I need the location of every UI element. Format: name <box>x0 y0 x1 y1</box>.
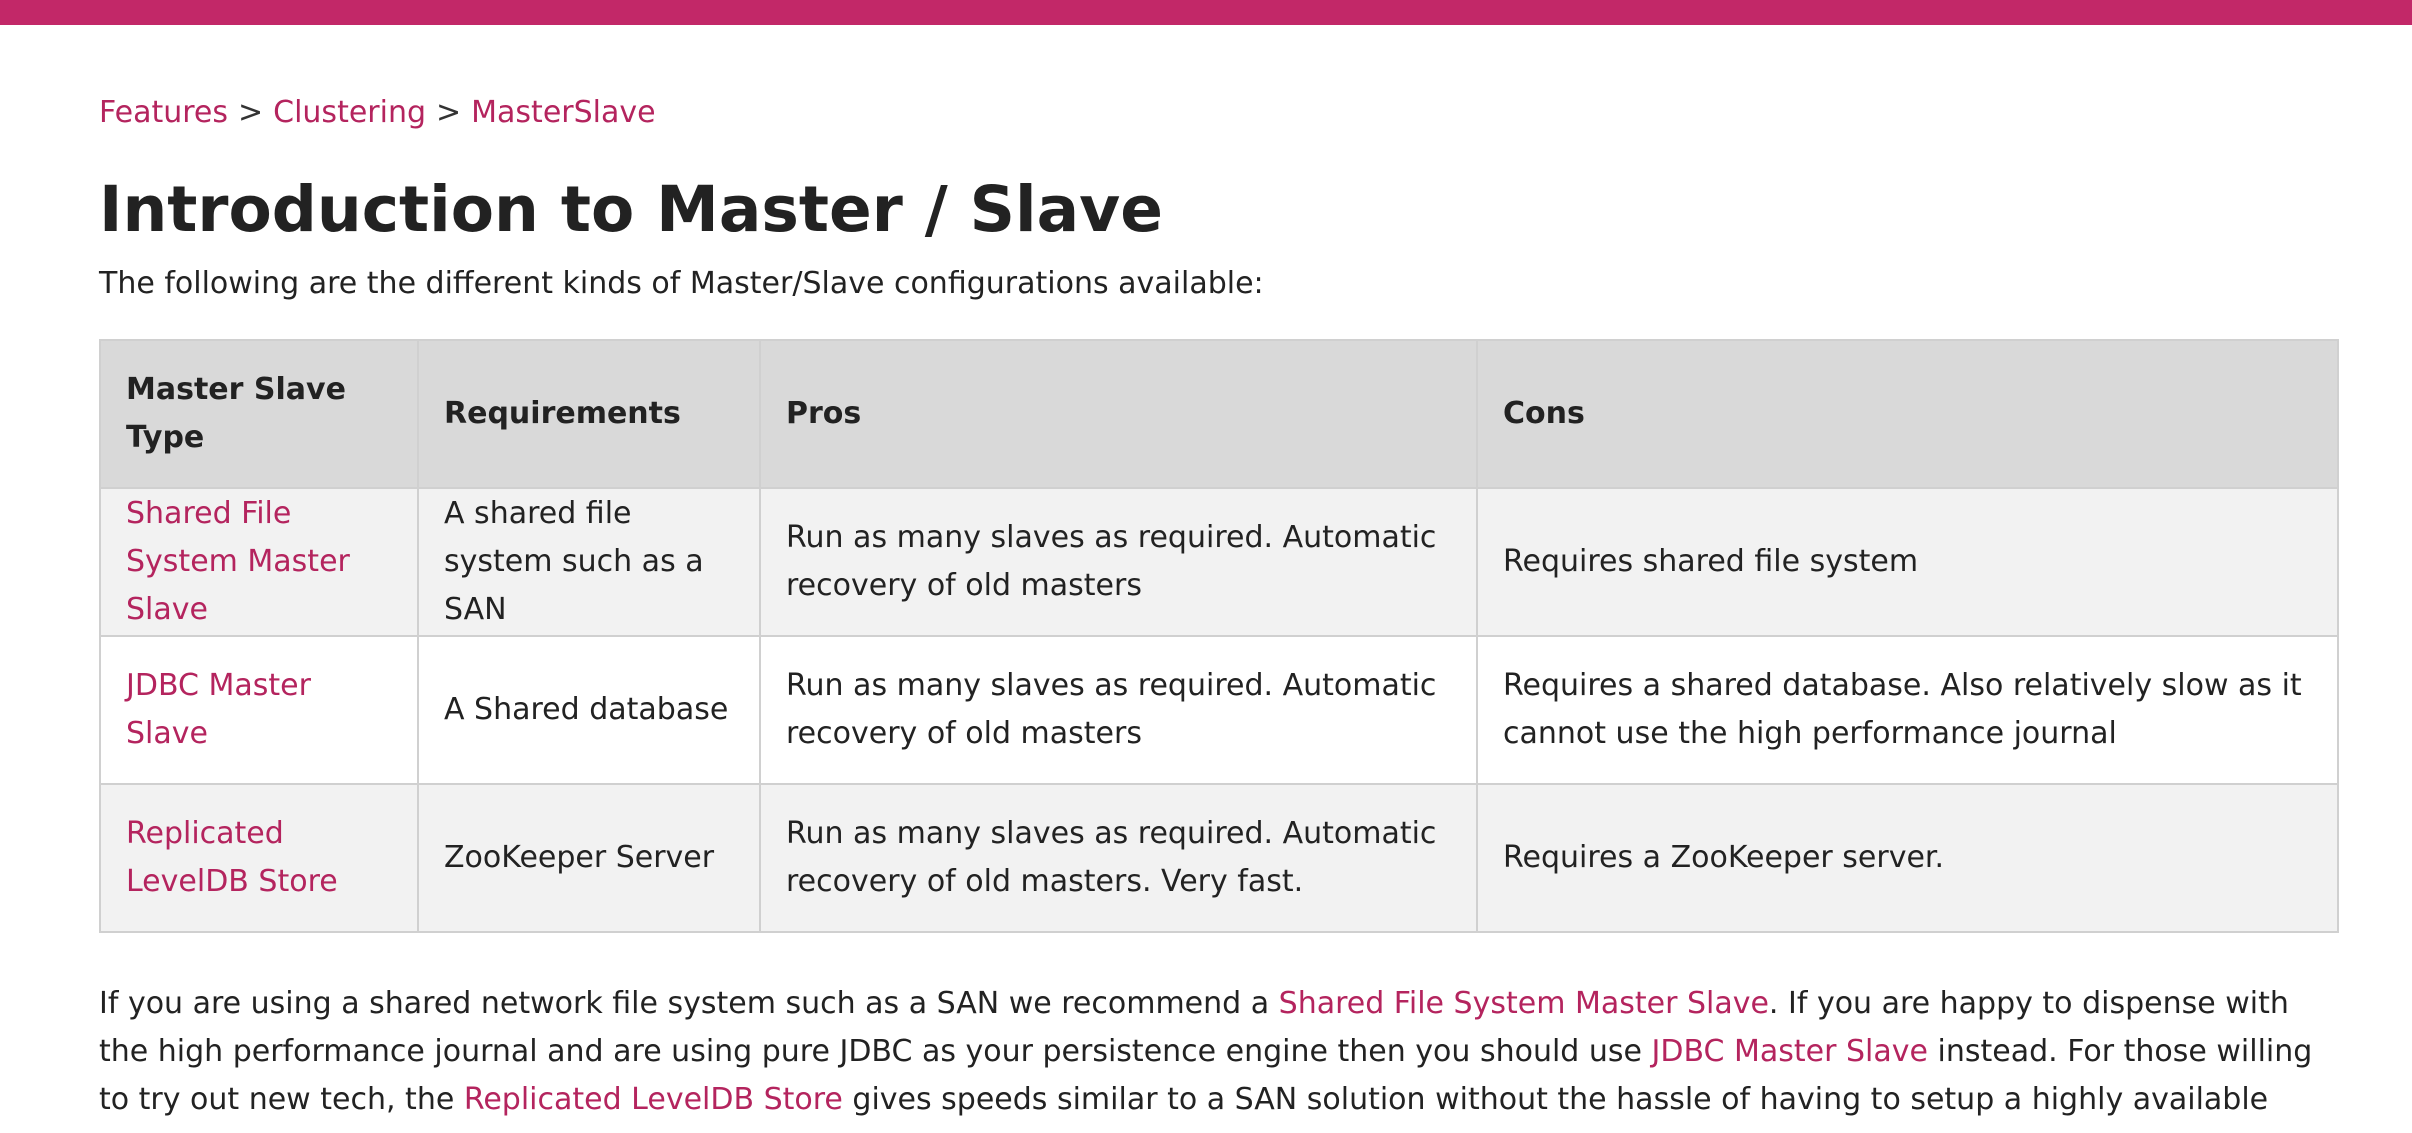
master-slave-table: Master Slave Type Requirements Pros Cons… <box>99 339 2339 933</box>
cell-cons: Requires shared file system <box>1476 487 2339 637</box>
recommendation-paragraph: If you are using a shared network file s… <box>99 980 2339 1133</box>
breadcrumb-masterslave[interactable]: MasterSlave <box>471 95 655 130</box>
shared-file-system-link[interactable]: Shared File System Master Slave <box>126 496 350 627</box>
breadcrumb-features[interactable]: Features <box>99 95 228 130</box>
outro-shared-file-system-link[interactable]: Shared File System Master Slave <box>1279 986 1769 1021</box>
breadcrumb: Features > Clustering > MasterSlave <box>99 91 656 135</box>
header-pros: Pros <box>759 339 1478 489</box>
breadcrumb-separator: > <box>238 95 264 130</box>
cell-pros: Run as many slaves as required. Automati… <box>759 783 1478 933</box>
cell-type: Replicated LevelDB Store <box>99 783 419 933</box>
breadcrumb-clustering[interactable]: Clustering <box>273 95 426 130</box>
cell-type: Shared File System Master Slave <box>99 487 419 637</box>
cell-cons: Requires a shared database. Also relativ… <box>1476 635 2339 785</box>
top-accent-bar <box>0 0 2412 25</box>
header-cons: Cons <box>1476 339 2339 489</box>
cell-requirements: A Shared database <box>417 635 761 785</box>
outro-jdbc-master-slave-link[interactable]: JDBC Master Slave <box>1652 1034 1928 1069</box>
page-title: Introduction to Master / Slave <box>99 173 1163 246</box>
header-master-slave-type: Master Slave Type <box>99 339 419 489</box>
table-row: Replicated LevelDB Store ZooKeeper Serve… <box>99 783 2339 933</box>
cell-requirements: ZooKeeper Server <box>417 783 761 933</box>
cell-cons: Requires a ZooKeeper server. <box>1476 783 2339 933</box>
cell-pros: Run as many slaves as required. Automati… <box>759 635 1478 785</box>
cell-requirements: A shared file system such as a SAN <box>417 487 761 637</box>
table-header-row: Master Slave Type Requirements Pros Cons <box>99 339 2339 489</box>
table-row: Shared File System Master Slave A shared… <box>99 487 2339 637</box>
intro-text: The following are the different kinds of… <box>99 266 1264 301</box>
cell-type: JDBC Master Slave <box>99 635 419 785</box>
outro-replicated-leveldb-link[interactable]: Replicated LevelDB Store <box>464 1082 843 1117</box>
header-requirements: Requirements <box>417 339 761 489</box>
table-row: JDBC Master Slave A Shared database Run … <box>99 635 2339 785</box>
jdbc-master-slave-link[interactable]: JDBC Master Slave <box>126 668 311 751</box>
outro-text: If you are using a shared network file s… <box>99 986 1279 1021</box>
breadcrumb-separator: > <box>436 95 462 130</box>
cell-pros: Run as many slaves as required. Automati… <box>759 487 1478 637</box>
replicated-leveldb-link[interactable]: Replicated LevelDB Store <box>126 816 338 899</box>
